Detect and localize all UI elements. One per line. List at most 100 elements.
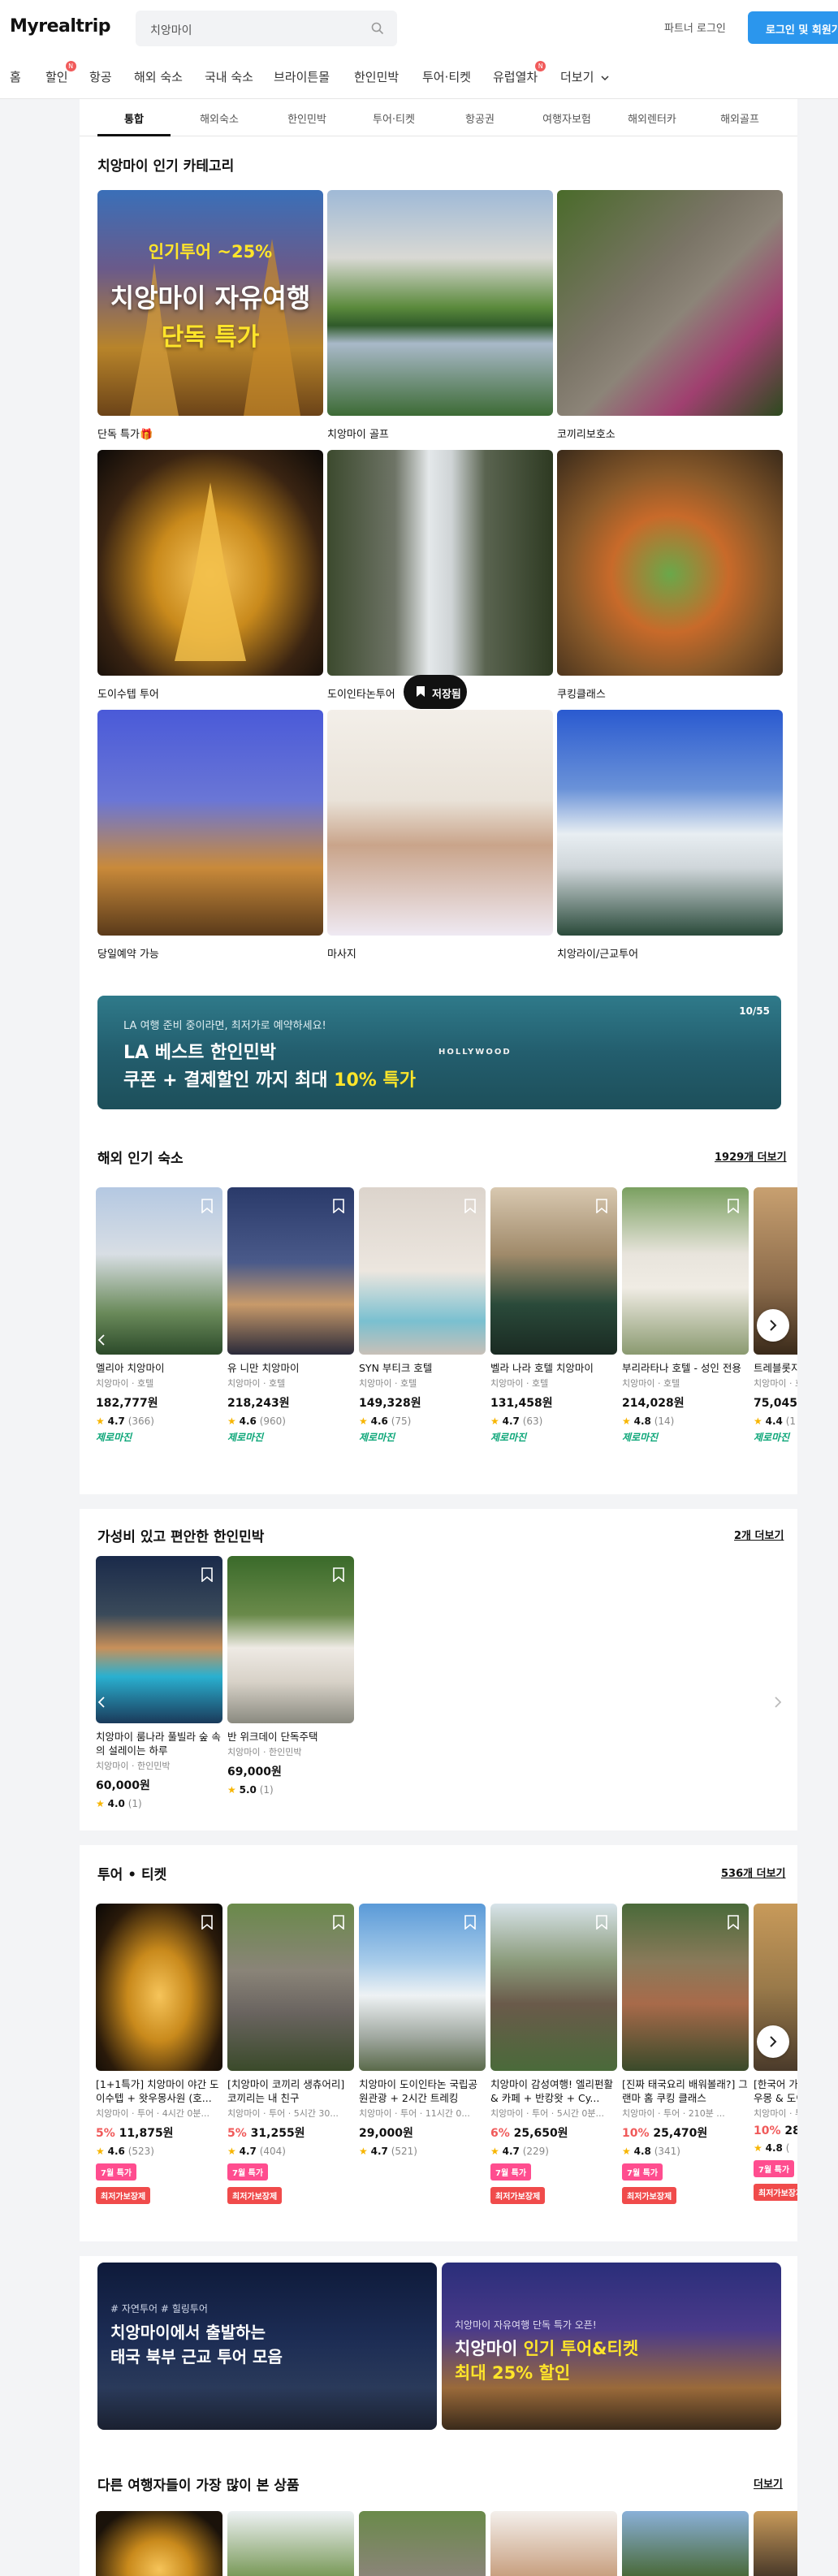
hotel-card[interactable]: 멜리아 치앙마이 치앙마이 · 호텔 182,777원 ★ 4.7 (366) … (96, 1187, 222, 1444)
bookmark-icon[interactable] (596, 1915, 607, 1930)
tab-insurance[interactable]: 여행자보험 (530, 110, 603, 126)
carousel-next-button[interactable] (757, 2025, 789, 2058)
category-card[interactable]: 당일예약 가능 (97, 710, 323, 961)
search-query[interactable]: 치앙마이 (150, 22, 192, 38)
star-icon: ★ (227, 2146, 236, 2157)
popular-more-link[interactable]: 더보기 (754, 2475, 783, 2491)
july-deal-badge: 7월 특가 (490, 2163, 532, 2181)
popular-card-image[interactable] (227, 2511, 354, 2576)
la-minbak-banner[interactable]: LA 여행 준비 중이라면, 최저가로 예약하세요! LA 베스트 한인민박 쿠… (97, 996, 781, 1109)
nav-item-europe-train[interactable]: 유럽열차 N (493, 61, 546, 85)
category-card[interactable]: 코끼리보호소 (557, 190, 783, 441)
minbak-card[interactable]: 반 위크데이 단독주택 치앙마이 · 한인민박 69,000원 ★ 5.0 (1… (227, 1556, 354, 1796)
category-image (557, 450, 783, 676)
carousel-next-button[interactable] (757, 1309, 789, 1342)
nav-item-home[interactable]: 홈 (10, 68, 21, 85)
bookmark-icon[interactable] (333, 1567, 344, 1582)
search-icon[interactable] (371, 22, 384, 35)
partner-login-link[interactable]: 파트너 로그인 (664, 19, 726, 35)
nav-item-more[interactable]: 더보기 (560, 68, 609, 85)
tour-card[interactable]: [진짜 태국요리 배워볼래?] 그랜마 홈 쿠킹 클래스 치앙마이 · 투어 ·… (622, 1904, 749, 2204)
category-card[interactable]: 도이인타논투어 (327, 450, 553, 701)
new-badge: N (65, 61, 76, 71)
hotels-title: 해외 인기 숙소 (97, 1151, 184, 1167)
tab-minbak[interactable]: 한인민박 (270, 110, 343, 126)
north-thailand-tour-banner[interactable]: # 자연투어 # 힐링투어 치앙마이에서 출발하는 태국 북부 근교 투어 모음 (97, 2263, 437, 2430)
bookmark-icon[interactable] (201, 1199, 213, 1213)
popular-card-image[interactable] (96, 2511, 222, 2576)
carousel-next-button[interactable] (771, 1686, 784, 1718)
tour-name: [1+1특가] 치앙마이 야간 도이수텝 + 왓우몽사원 (호... (96, 2078, 219, 2104)
tab-tour-ticket[interactable]: 투어·티켓 (357, 110, 430, 126)
tour-image (96, 1904, 222, 2071)
category-card[interactable]: 쿠킹클래스 (557, 450, 783, 701)
bookmark-icon[interactable] (464, 1915, 476, 1930)
nav-item-brighton-mall[interactable]: 브라이튼몰 (274, 68, 330, 85)
minbak-price: 69,000원 (227, 1766, 282, 1779)
hotel-card[interactable]: 유 니만 치앙마이 치앙마이 · 호텔 218,243원 ★ 4.6 (960)… (227, 1187, 354, 1444)
tours-more-link[interactable]: 536개 더보기 (721, 1865, 786, 1880)
hotel-image (490, 1187, 617, 1355)
nav-item-overseas-stay[interactable]: 해외 숙소 (134, 68, 183, 85)
bookmark-icon[interactable] (464, 1199, 476, 1213)
tour-card[interactable]: 치앙마이 도이인타논 국립공원관광 + 2시간 트레킹 치앙마이 · 투어 · … (359, 1904, 486, 2157)
nav-item-domestic-stay[interactable]: 국내 숙소 (205, 68, 253, 85)
star-icon: ★ (227, 1784, 236, 1796)
saved-toast[interactable]: 저장됨 (404, 675, 467, 709)
star-icon: ★ (490, 1416, 499, 1427)
nav-item-discount[interactable]: 할인 N (45, 61, 76, 85)
nav-item-tour-ticket[interactable]: 투어·티켓 (422, 68, 471, 85)
tour-price: 10% 25,470원 (622, 2127, 708, 2140)
search-input[interactable]: 치앙마이 (136, 11, 397, 46)
category-card[interactable]: 인기투어 ~25% 치앙마이 자유여행 단독 특가 단독 특가🎁 (97, 190, 323, 441)
bookmark-icon[interactable] (333, 1199, 344, 1213)
popular-card-image[interactable] (359, 2511, 486, 2576)
category-card[interactable]: 마사지 (327, 710, 553, 961)
minbak-more-link[interactable]: 2개 더보기 (734, 1527, 784, 1542)
tour-rating: ★ 4.6 (523) (96, 2146, 154, 2157)
login-signup-button[interactable]: 로그인 및 회원가입 (748, 11, 838, 44)
carousel-prev-button[interactable] (96, 1686, 109, 1718)
popular-card-image[interactable] (490, 2511, 617, 2576)
star-icon: ★ (622, 1416, 631, 1427)
carousel-prev-button[interactable] (96, 1324, 109, 1356)
myrealtrip-logo[interactable]: Myrealtrip (10, 16, 111, 37)
minbak-name: 치앙마이 룸나라 풀빌라 숲 속의 설레이는 하루 (96, 1731, 221, 1757)
tour-meta: 치앙마이 · 투어 · 5시간 30... (227, 2108, 339, 2119)
bookmark-icon[interactable] (201, 1567, 213, 1582)
tab-rental-car[interactable]: 해외렌터카 (616, 110, 689, 126)
hotel-card[interactable]: 부리라타나 호텔 - 성인 전용 치앙마이 · 호텔 214,028원 ★ 4.… (622, 1187, 749, 1444)
tab-golf[interactable]: 해외골프 (703, 110, 776, 126)
nav-item-flight[interactable]: 항공 (89, 68, 112, 85)
bookmark-icon[interactable] (728, 1199, 739, 1213)
tour-card[interactable]: [1+1특가] 치앙마이 야간 도이수텝 + 왓우몽사원 (호... 치앙마이 … (96, 1904, 222, 2204)
hotel-card[interactable]: 벨라 나라 호텔 치앙마이 치앙마이 · 호텔 131,458원 ★ 4.7 (… (490, 1187, 617, 1444)
minbak-card[interactable]: 치앙마이 룸나라 풀빌라 숲 속의 설레이는 하루 치앙마이 · 한인민박 60… (96, 1556, 222, 1809)
category-card[interactable]: 치앙마이 골프 (327, 190, 553, 441)
tour-card[interactable]: [치앙마이 코끼리 생츄어리] 코끼리는 내 친구 치앙마이 · 투어 · 5시… (227, 1904, 354, 2204)
tour-rating: ★ 4.7 (229) (490, 2146, 549, 2157)
tour-card[interactable]: 치앙마이 감성여행! 엘리펀활 & 카페 + 반캉왓 + Cy... 치앙마이 … (490, 1904, 617, 2204)
hotel-meta: 치앙마이 · 호텔 (754, 1378, 797, 1389)
hotel-price: 214,028원 (622, 1397, 685, 1410)
star-icon: ★ (227, 1416, 236, 1427)
tab-overseas-stay[interactable]: 해외숙소 (183, 110, 256, 126)
nav-item-minbak[interactable]: 한인민박 (354, 68, 399, 85)
chiangmai-deal-banner[interactable]: 치앙마이 자유여행 단독 특가 오픈! 치앙마이 인기 투어&티켓 최대 25%… (442, 2263, 781, 2430)
category-card[interactable]: 도이수텝 투어 (97, 450, 323, 701)
tab-all[interactable]: 통합 (97, 110, 171, 126)
popular-card-image[interactable] (622, 2511, 749, 2576)
tour-image (622, 1904, 749, 2071)
category-card[interactable]: 치앙라이/근교투어 (557, 710, 783, 961)
hotels-more-link[interactable]: 1929개 더보기 (715, 1148, 787, 1164)
popular-card-image[interactable] (754, 2511, 797, 2576)
tour-price: 10% 28, (754, 2124, 797, 2137)
bookmark-icon[interactable] (596, 1199, 607, 1213)
bookmark-icon[interactable] (333, 1915, 344, 1930)
tab-flight[interactable]: 항공권 (443, 110, 516, 126)
bookmark-icon[interactable] (728, 1915, 739, 1930)
july-deal-badge: 7월 특가 (96, 2163, 137, 2181)
top-bar: Myrealtrip 치앙마이 파트너 로그인 로그인 및 회원가입 (0, 0, 838, 54)
bookmark-icon[interactable] (201, 1915, 213, 1930)
hotel-card[interactable]: SYN 부티크 호텔 치앙마이 · 호텔 149,328원 ★ 4.6 (75)… (359, 1187, 486, 1444)
